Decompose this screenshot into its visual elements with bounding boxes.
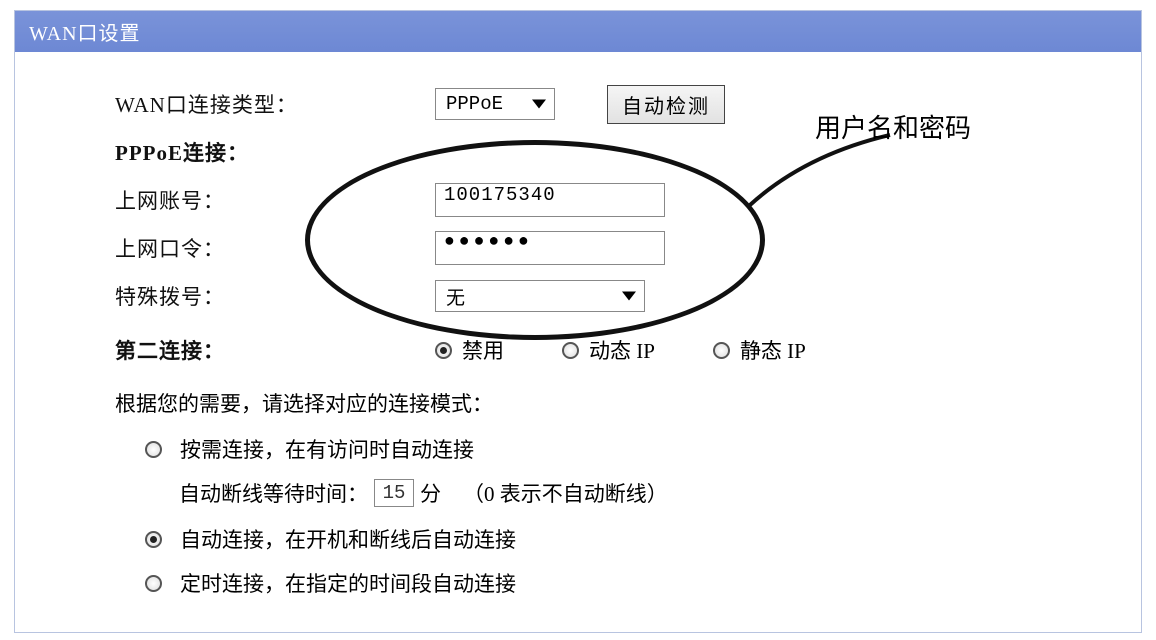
pppoe-header-label: PPPoE连接： [15,137,435,167]
second-conn-label: 第二连接： [15,335,435,365]
password-input[interactable]: ●●●●●● [435,231,665,265]
mode-prompt: 根据您的需要，请选择对应的连接模式： [115,388,1141,418]
radio-dynamic-ip[interactable]: 动态 IP [562,335,655,365]
wan-settings-panel: WAN口设置 WAN口连接类型： PPPoE 自动检测 PPPoE连接： 上网账… [14,10,1142,633]
radio-icon [562,342,579,359]
auto-detect-button[interactable]: 自动检测 [607,85,725,124]
idle-hint: （0 表示不自动断线） [463,478,668,508]
special-dial-label: 特殊拨号： [15,281,435,311]
mode-on-demand-label: 按需连接，在有访问时自动连接 [180,434,474,464]
radio-static-label: 静态 IP [740,335,806,365]
row-pppoe-header: PPPoE连接： [15,128,1141,176]
radio-icon [435,342,452,359]
password-label: 上网口令： [15,233,435,263]
mode-auto-label: 自动连接，在开机和断线后自动连接 [180,524,516,554]
row-second-conn: 第二连接： 禁用 动态 IP 静态 IP [15,326,1141,374]
conn-type-label: WAN口连接类型： [15,89,435,119]
mode-auto[interactable]: 自动连接，在开机和断线后自动连接 [115,524,1141,554]
panel-body: WAN口连接类型： PPPoE 自动检测 PPPoE连接： 上网账号： 1001… [15,52,1141,632]
dropdown-icon [622,292,636,301]
mode-section: 根据您的需要，请选择对应的连接模式： 按需连接，在有访问时自动连接 自动断线等待… [15,374,1141,598]
radio-disable-label: 禁用 [462,335,504,365]
special-dial-value: 无 [446,283,465,310]
idle-unit: 分 [420,478,441,508]
row-password: 上网口令： ●●●●●● [15,224,1141,272]
dropdown-icon [532,100,546,109]
account-label: 上网账号： [15,185,435,215]
row-special-dial: 特殊拨号： 无 [15,272,1141,320]
account-input[interactable]: 100175340 [435,183,665,217]
idle-timeout-input[interactable]: 15 [374,479,414,507]
row-account: 上网账号： 100175340 [15,176,1141,224]
mode-scheduled-label: 定时连接，在指定的时间段自动连接 [180,568,516,598]
radio-icon [145,575,162,592]
radio-disable[interactable]: 禁用 [435,335,504,365]
radio-static-ip[interactable]: 静态 IP [713,335,806,365]
conn-type-select[interactable]: PPPoE [435,88,555,120]
idle-timeout-row: 自动断线等待时间： 15 分 （0 表示不自动断线） [115,478,1141,508]
radio-icon [713,342,730,359]
mode-scheduled[interactable]: 定时连接，在指定的时间段自动连接 [115,568,1141,598]
row-conn-type: WAN口连接类型： PPPoE 自动检测 [15,80,1141,128]
panel-title: WAN口设置 [15,11,1141,52]
radio-icon [145,441,162,458]
radio-icon [145,531,162,548]
special-dial-select[interactable]: 无 [435,280,645,312]
mode-on-demand[interactable]: 按需连接，在有访问时自动连接 [115,434,1141,464]
idle-prefix: 自动断线等待时间： [179,478,368,508]
radio-dynamic-label: 动态 IP [589,335,655,365]
conn-type-value: PPPoE [446,93,503,115]
